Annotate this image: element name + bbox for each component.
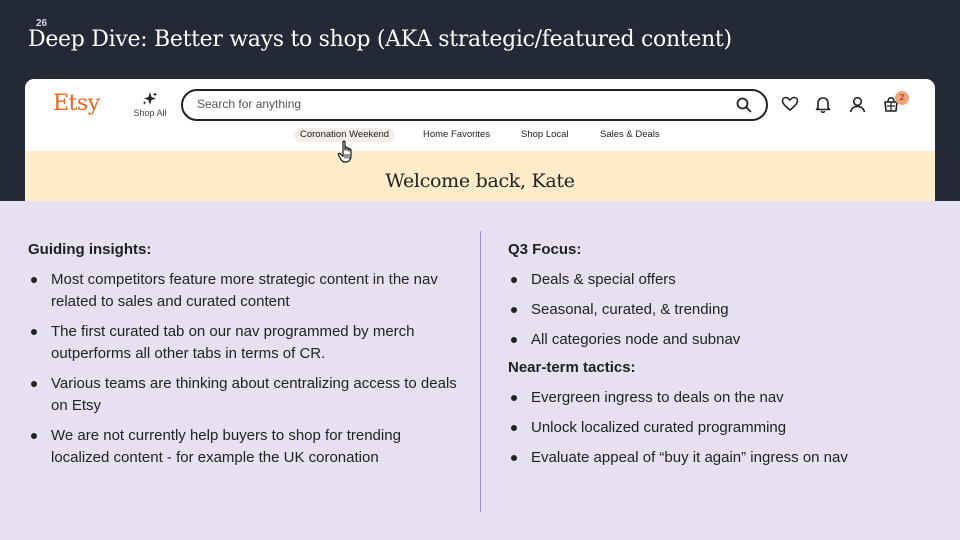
search-bar[interactable] — [181, 89, 768, 121]
bell-icon[interactable] — [815, 96, 831, 113]
sparkle-icon — [142, 92, 158, 105]
list-item: Unlock localized curated programming — [508, 417, 928, 439]
list-item: Evaluate appeal of “buy it again” ingres… — [508, 447, 928, 469]
tab-home-favorites[interactable]: Home Favorites — [423, 128, 490, 142]
list-item: We are not currently help buyers to shop… — [28, 425, 458, 469]
list-item: Various teams are thinking about central… — [28, 373, 458, 417]
slide-body: Guiding insights: Most competitors featu… — [0, 201, 960, 540]
shop-all-button[interactable]: Shop All — [131, 91, 169, 118]
search-input[interactable] — [197, 97, 717, 111]
list-item: Evergreen ingress to deals on the nav — [508, 387, 928, 409]
nav-tabs: Coronation Weekend Home Favorites Shop L… — [25, 128, 935, 144]
etsy-logo[interactable]: Etsy — [53, 91, 100, 116]
insights-heading: Guiding insights: — [28, 241, 152, 258]
list-item: The first curated tab on our nav program… — [28, 321, 458, 365]
heart-icon[interactable] — [781, 96, 799, 112]
list-item: Most competitors feature more strategic … — [28, 269, 458, 313]
q3-heading: Q3 Focus: — [508, 241, 582, 258]
hand-cursor-icon — [337, 140, 352, 163]
column-divider — [480, 231, 481, 512]
guiding-insights: Guiding insights: Most competitors featu… — [28, 241, 458, 477]
slide-title: Deep Dive: Better ways to shop (AKA stra… — [28, 27, 732, 52]
shop-all-label: Shop All — [133, 108, 167, 118]
welcome-text: Welcome back, Kate — [385, 170, 575, 192]
cart-count-badge: 2 — [895, 91, 909, 105]
list-item: Seasonal, curated, & trending — [508, 299, 928, 321]
search-icon[interactable] — [736, 97, 752, 113]
user-icon[interactable] — [849, 96, 866, 113]
etsy-screenshot: Etsy Shop All Search for anything 2 Coro… — [25, 79, 935, 201]
list-item: All categories node and subnav — [508, 329, 928, 351]
tab-sales-deals[interactable]: Sales & Deals — [600, 128, 660, 142]
tab-shop-local[interactable]: Shop Local — [521, 128, 569, 142]
slide-header: 26 Deep Dive: Better ways to shop (AKA s… — [0, 0, 960, 201]
tactics-heading: Near-term tactics: — [508, 359, 636, 376]
q3-list: Deals & special offers Seasonal, curated… — [508, 269, 928, 351]
list-item: Deals & special offers — [508, 269, 928, 291]
tactics-list: Evergreen ingress to deals on the nav Un… — [508, 387, 928, 469]
q3-and-tactics: Q3 Focus: Deals & special offers Seasona… — [508, 241, 928, 477]
insights-list: Most competitors feature more strategic … — [28, 269, 458, 469]
